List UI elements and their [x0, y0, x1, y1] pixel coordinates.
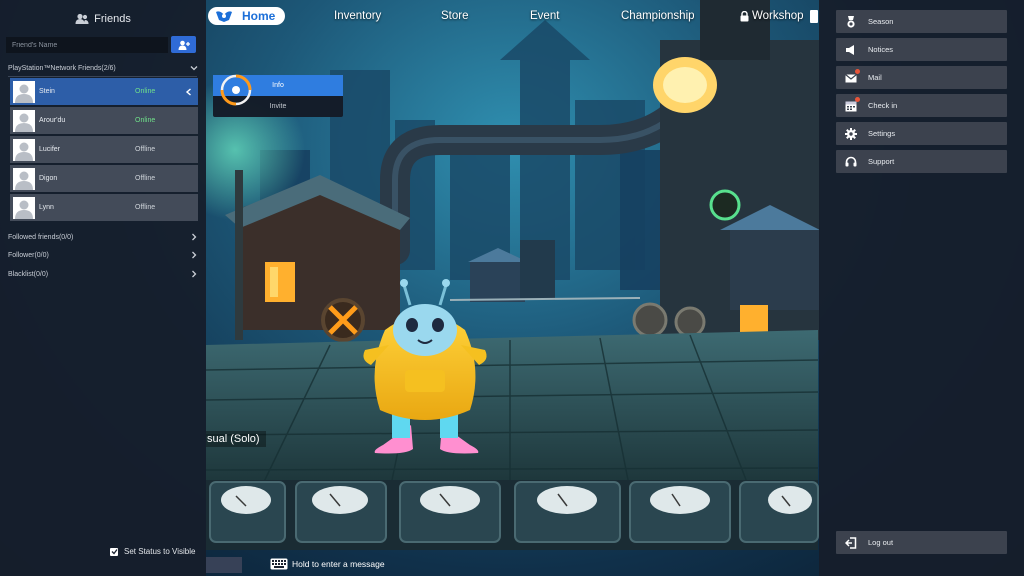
friend-name: Lynn [39, 204, 54, 211]
friend-status: Offline [135, 175, 156, 182]
psn-friends-group-toggle[interactable]: PlayStation™Network Friends(2/6) [8, 61, 198, 75]
friend-name: Lucifer [39, 146, 61, 153]
gear-icon [845, 127, 857, 140]
add-user-icon [178, 40, 190, 50]
nav-tab-workshop-label: Workshop [752, 10, 804, 22]
chevron-right-icon [192, 270, 197, 278]
notices-label: Notices [868, 45, 894, 54]
status-visible-label: Set Status to Visible [124, 547, 196, 556]
follower-group-toggle[interactable]: Follower(0/0) [8, 248, 198, 262]
checkbox-checked-icon [110, 547, 118, 556]
followed-friends-group-toggle[interactable]: Followed friends(0/0) [8, 230, 198, 244]
chevron-right-icon [192, 251, 197, 259]
friend-row[interactable]: Digon Offline [10, 165, 198, 192]
friend-status: Offline [135, 146, 156, 153]
blacklist-label: Blacklist(0/0) [8, 270, 49, 278]
logout-button[interactable]: Log out [836, 531, 1007, 554]
chat-hint-label: Hold to enter a message [292, 559, 385, 569]
mail-icon [845, 68, 860, 84]
friends-title: Friends [94, 13, 131, 25]
chat-hint: Hold to enter a message [270, 558, 385, 570]
friend-row[interactable]: Lynn Offline [10, 194, 198, 221]
notification-dot [855, 96, 860, 102]
nav-next-button[interactable] [810, 9, 818, 23]
season-label: Season [868, 17, 894, 26]
notices-button[interactable]: Notices [836, 38, 1007, 61]
chevron-right-icon [192, 233, 197, 241]
avatar-icon [13, 167, 35, 190]
headset-icon [845, 156, 857, 166]
support-label: Support [868, 157, 895, 166]
followed-friends-label: Followed friends(0/0) [8, 233, 74, 241]
psn-friends-group-label: PlayStation™Network Friends(2/6) [8, 64, 116, 72]
friend-status: Offline [135, 204, 156, 211]
nav-tab-event[interactable]: Event [530, 10, 559, 22]
avatar-icon [13, 80, 35, 103]
friend-name: Arour'du [39, 117, 66, 124]
follower-label: Follower(0/0) [8, 251, 49, 259]
system-menu-panel: Season Notices Mail Check in Settings Su… [819, 0, 1024, 576]
lock-icon [740, 10, 749, 21]
nav-tab-workshop[interactable]: Workshop [740, 10, 804, 22]
game-logo-icon [216, 11, 232, 22]
chat-input-bar[interactable] [206, 557, 242, 573]
friend-row[interactable]: Stein Online [10, 78, 198, 105]
top-navigation: Home Inventory Store Event Championship … [206, 5, 818, 27]
settings-label: Settings [868, 129, 896, 138]
status-visible-checkbox[interactable]: Set Status to Visible [110, 547, 195, 556]
logout-icon [845, 536, 857, 549]
chevron-down-icon [190, 66, 198, 71]
notification-dot [855, 68, 860, 74]
friend-status: Online [135, 117, 156, 124]
friend-row[interactable]: Lucifer Offline [10, 136, 198, 163]
nav-tab-championship[interactable]: Championship [621, 10, 695, 22]
friend-name: Stein [39, 88, 55, 95]
avatar-icon [13, 138, 35, 161]
nav-tab-home-label: Home [242, 9, 276, 23]
friend-status: Online [135, 88, 156, 95]
check-in-button[interactable]: Check in [836, 94, 1007, 117]
nav-tab-home[interactable]: Home [208, 7, 286, 25]
keyboard-icon [270, 558, 288, 570]
friend-name: Digon [39, 175, 58, 182]
friends-panel: Friends PlayStation™Network Friends(2/6)… [0, 0, 206, 576]
medal-icon [847, 15, 855, 28]
friend-context-menu: Info Invite [213, 74, 343, 117]
mail-label: Mail [868, 73, 882, 82]
friends-header: Friends [0, 13, 206, 25]
nav-tab-store[interactable]: Store [441, 10, 469, 22]
calendar-icon [845, 96, 860, 112]
check-in-label: Check in [868, 101, 898, 110]
mail-button[interactable]: Mail [836, 66, 1007, 89]
season-button[interactable]: Season [836, 10, 1007, 33]
add-friend-button[interactable] [171, 36, 196, 53]
avatar-icon [13, 196, 35, 219]
game-mode-label: sual (Solo) [206, 431, 266, 447]
chevron-left-icon [185, 87, 191, 96]
support-button[interactable]: Support [836, 150, 1007, 173]
selection-cursor-icon [220, 74, 252, 106]
friend-search-input[interactable] [6, 37, 168, 53]
logout-label: Log out [868, 538, 894, 547]
friends-icon [75, 13, 89, 24]
settings-button[interactable]: Settings [836, 122, 1007, 145]
nav-tab-inventory[interactable]: Inventory [334, 10, 381, 22]
friend-row[interactable]: Arour'du Online [10, 107, 198, 134]
megaphone-icon [846, 44, 854, 55]
blacklist-group-toggle[interactable]: Blacklist(0/0) [8, 267, 198, 281]
group-divider [8, 76, 197, 77]
avatar-icon [13, 109, 35, 132]
